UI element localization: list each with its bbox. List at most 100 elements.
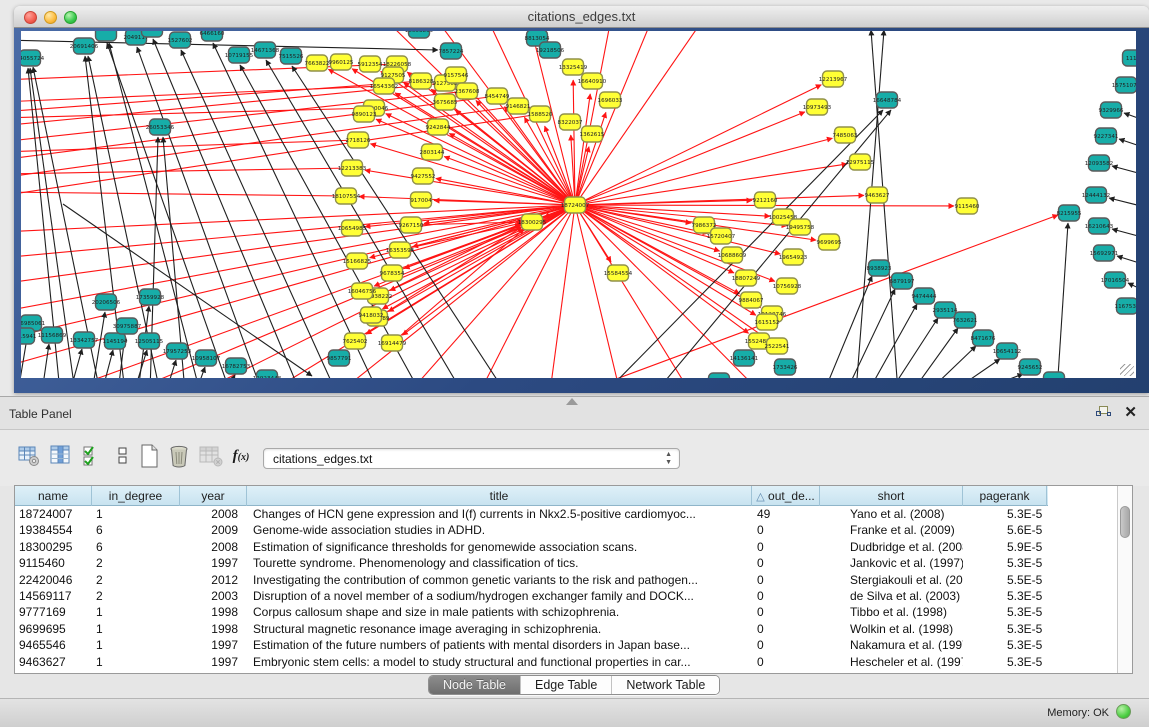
graph-node[interactable]: 18300295 (518, 214, 547, 230)
graph-node[interactable]: 12213967 (819, 71, 848, 87)
function-builder-icon[interactable]: f(x) (228, 442, 254, 470)
graph-node[interactable]: 1145194 (103, 333, 128, 349)
graph-node[interactable]: 12093582 (1085, 155, 1113, 171)
graph-node[interactable]: 2718126 (346, 132, 371, 148)
splitter-handle[interactable] (566, 398, 578, 405)
graph-node[interactable]: 18107554 (332, 188, 361, 204)
graph-node[interactable]: 30975887 (113, 318, 142, 334)
graph-node[interactable]: 16210643 (1085, 218, 1114, 234)
graph-node[interactable]: 14055724 (21, 50, 45, 66)
graph-node[interactable]: 9857791 (327, 350, 352, 366)
graph-node[interactable]: 13342757 (70, 332, 99, 348)
graph-node[interactable]: 16353594 (386, 242, 415, 258)
graph-node[interactable]: 7515526 (279, 48, 304, 64)
graph-node[interactable]: 10654112 (993, 343, 1021, 359)
graph-node[interactable]: 10719155 (225, 47, 254, 63)
graph-node[interactable]: 20691406 (70, 38, 99, 54)
graph-node[interactable]: 9212160 (753, 192, 778, 208)
graph-node[interactable]: 1362615 (580, 126, 605, 142)
table-row[interactable]: 2242004622012Investigating the contribut… (15, 572, 1048, 588)
graph-node[interactable]: 9115460 (955, 198, 980, 214)
table-row[interactable]: 977716911998Corpus callosum shape and si… (15, 604, 1048, 620)
table-row[interactable]: 946554611997Estimation of the future num… (15, 637, 1048, 653)
import-table-icon[interactable] (198, 442, 224, 470)
graph-node[interactable]: 12505115 (135, 333, 164, 349)
graph-node[interactable]: 10688609 (718, 247, 747, 263)
graph-node[interactable]: 2803144 (420, 144, 445, 160)
graph-node[interactable]: 16648784 (873, 92, 902, 108)
graph-node[interactable]: 17359928 (136, 289, 165, 305)
graph-node[interactable]: 1696033 (598, 92, 623, 108)
tab-edge-table[interactable]: Edge Table (521, 676, 612, 694)
graph-node[interactable]: 7663822 (305, 55, 330, 71)
graph-node[interactable]: 917004 (410, 192, 432, 208)
graph-node[interactable]: 15751074 (1112, 77, 1136, 93)
tab-node-table[interactable]: Node Table (429, 676, 521, 694)
graph-node[interactable]: 9157546 (444, 67, 469, 83)
table-scrollbar[interactable] (1117, 486, 1132, 673)
network-canvas[interactable]: 1405572420691406204911710653287152760264… (21, 31, 1136, 378)
table-row[interactable]: 1938455462009Genome-wide association stu… (15, 522, 1048, 538)
graph-node[interactable]: 18724007 (561, 197, 590, 213)
column-header-pagerank[interactable]: pagerank (963, 486, 1047, 506)
graph-node[interactable]: 9267150 (399, 217, 424, 233)
close-panel-icon[interactable]: ✕ (1124, 403, 1137, 421)
column-header-year[interactable]: year (180, 486, 247, 506)
graph-node[interactable]: 9427552 (411, 168, 436, 184)
graph-node[interactable] (96, 31, 117, 41)
graph-node[interactable]: 15584554 (604, 265, 633, 281)
delete-columns-icon[interactable] (166, 442, 192, 470)
graph-node[interactable]: 9245652 (1018, 359, 1043, 375)
graph-node[interactable]: 17016504 (1101, 272, 1130, 288)
graph-node[interactable]: 8322037 (558, 114, 583, 130)
graph-node[interactable]: 7625402 (343, 333, 368, 349)
column-header-name[interactable]: name (15, 486, 92, 506)
graph-node[interactable]: 8938923 (867, 260, 892, 276)
window-titlebar[interactable]: citations_edges.txt (14, 6, 1149, 28)
graph-node[interactable]: 8454749 (485, 88, 510, 104)
graph-node[interactable]: 19654923 (779, 249, 808, 265)
graph-node[interactable] (709, 373, 730, 378)
graph-node[interactable]: 8186328 (409, 73, 434, 89)
graph-node[interactable]: 6879197 (890, 273, 915, 289)
graph-node[interactable]: 19218506 (536, 42, 565, 58)
scrollbar-thumb[interactable] (1120, 506, 1130, 538)
table-row[interactable]: 1872400712008Changes of HCN gene express… (15, 506, 1048, 522)
graph-node[interactable]: 9463627 (865, 187, 890, 203)
table-mode-icon[interactable] (16, 442, 42, 470)
graph-node[interactable]: 16543362 (370, 78, 398, 94)
float-panel-icon[interactable] (1096, 406, 1111, 420)
column-header-title[interactable]: title (247, 486, 752, 506)
graph-node[interactable]: 18807249 (732, 270, 761, 286)
table-row[interactable]: 911546021997Tourette syndrome. Phenomeno… (15, 555, 1048, 571)
table-selector-dropdown[interactable]: citations_edges.txt ▲▼ (263, 448, 680, 469)
graph-node[interactable]: 12975115 (846, 154, 875, 170)
graph-node[interactable]: 9242844 (426, 119, 451, 135)
graph-node[interactable]: 1733426 (773, 359, 798, 375)
tab-network-table[interactable]: Network Table (612, 676, 719, 694)
table-row[interactable]: 946362711997Embryonic stem cells: a mode… (15, 654, 1048, 670)
graph-node[interactable]: 2522541 (765, 338, 790, 354)
graph-node[interactable]: 12444132 (1082, 187, 1110, 203)
graph-node[interactable]: 9884067 (739, 292, 764, 308)
graph-node[interactable]: 12213383 (338, 160, 367, 176)
graph-node[interactable]: 9418032 (359, 307, 384, 323)
graph-node[interactable]: 8471676 (971, 330, 996, 346)
graph-node[interactable]: 20206506 (92, 294, 121, 310)
graph-node[interactable]: 9329966 (1099, 102, 1124, 118)
graph-node[interactable]: 1111 (1123, 50, 1137, 66)
column-header-short[interactable]: short (820, 486, 963, 506)
graph-node[interactable]: 1615152 (755, 314, 780, 330)
graph-node[interactable]: 12923448 (253, 370, 282, 378)
graph-node[interactable]: 16053809 (405, 31, 434, 38)
table-row[interactable]: 1830029562008Estimation of significance … (15, 539, 1048, 555)
graph-node[interactable]: 7857224 (439, 43, 464, 59)
graph-node[interactable]: 16914479 (378, 335, 407, 351)
graph-node[interactable]: 5912354 (358, 56, 383, 72)
graph-node[interactable]: 13325419 (559, 59, 588, 75)
graph-node[interactable]: 10654985 (338, 220, 367, 236)
memory-ok-indicator[interactable] (1116, 704, 1131, 719)
graph-node[interactable]: 15720407 (707, 228, 736, 244)
graph-node[interactable]: 2367608 (455, 83, 480, 99)
graph-node[interactable]: 9678354 (380, 265, 405, 281)
